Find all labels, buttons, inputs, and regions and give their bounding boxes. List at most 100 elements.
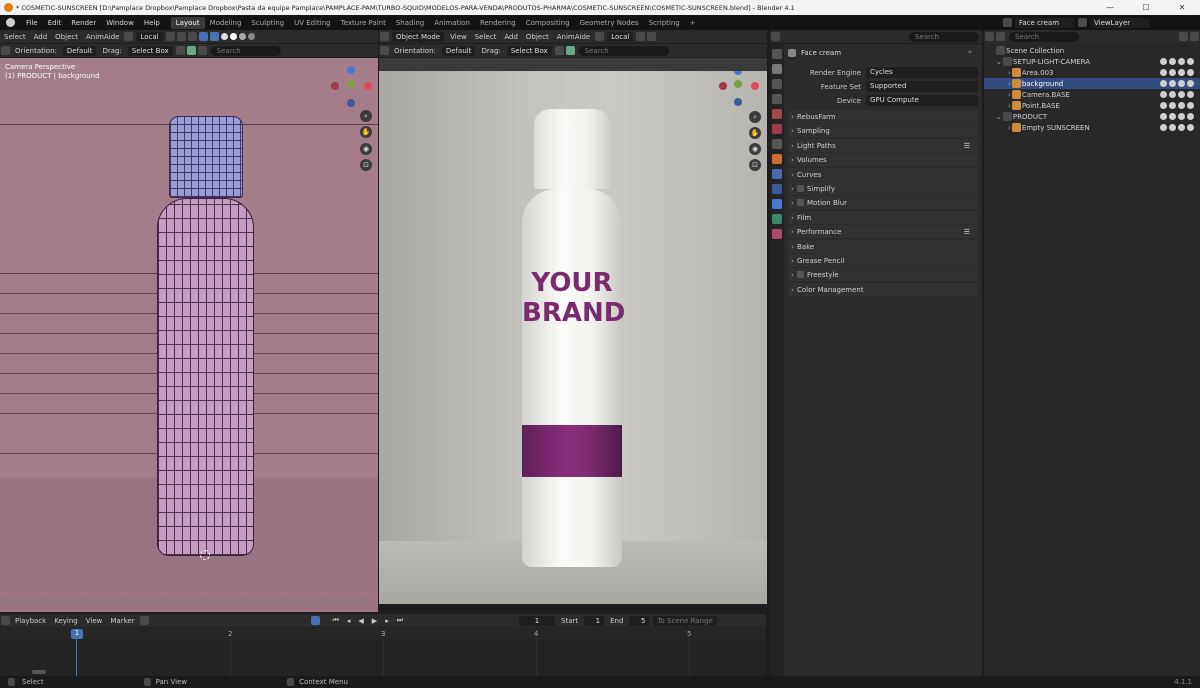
tab-layout[interactable]: Layout [170, 16, 205, 29]
timeline-menu-playback[interactable]: Playback [11, 617, 50, 625]
outliner-row-camera[interactable]: › Camera.BASE [984, 89, 1200, 100]
axis-neg-z-gizmo[interactable] [347, 99, 355, 107]
tab-sculpting[interactable]: Sculpting [246, 17, 289, 29]
right-axis-y-gizmo[interactable] [734, 80, 742, 88]
particles-tab-icon[interactable] [772, 184, 782, 194]
menu-file[interactable]: File [21, 19, 43, 27]
render-engine-dropdown[interactable]: Cycles [866, 67, 978, 78]
new-collection-icon[interactable] [1190, 32, 1199, 41]
timeline-editor-icon[interactable] [1, 616, 10, 625]
right-proportional-icon[interactable] [647, 32, 657, 41]
magnet-icon[interactable] [176, 32, 186, 41]
panel-film[interactable]: › Film [788, 211, 978, 224]
panel-simplify[interactable]: › Simplify [788, 182, 978, 195]
blender-menu-icon[interactable] [6, 18, 15, 27]
close-button[interactable]: ✕ [1164, 3, 1200, 12]
axis-y-gizmo[interactable] [347, 80, 355, 88]
axis-z-gizmo[interactable] [347, 66, 355, 74]
menu-render[interactable]: Render [66, 19, 101, 27]
timeline-menu-view[interactable]: View [82, 617, 107, 625]
pan-hand-icon[interactable]: ✋ [360, 126, 372, 138]
axis-neg-x-gizmo[interactable] [331, 82, 339, 90]
panel-motion-blur[interactable]: › Motion Blur [788, 196, 978, 209]
current-frame-field[interactable]: 1 [519, 615, 556, 626]
left-drag-dropdown[interactable]: Select Box [127, 45, 173, 56]
left-transform-dropdown[interactable]: Local [136, 31, 163, 42]
right-drag-dropdown[interactable]: Select Box [506, 45, 552, 56]
start-frame-field[interactable]: 1 [584, 615, 605, 626]
shading-wire-icon[interactable] [220, 33, 228, 40]
add-workspace-button[interactable]: + [685, 17, 701, 29]
left-menu-animaide[interactable]: AnimAide [82, 33, 123, 41]
panel-grease-pencil[interactable]: › Grease Pencil [788, 254, 978, 267]
simplify-checkbox[interactable] [797, 185, 804, 192]
right-menu-view[interactable]: View [446, 33, 471, 41]
end-frame-field[interactable]: 5 [629, 615, 650, 626]
object-mode-dropdown[interactable]: Object Mode [392, 31, 445, 42]
right-axis-neg-x-gizmo[interactable] [719, 82, 727, 90]
filter-icon[interactable] [186, 46, 196, 55]
shading-render-icon[interactable] [247, 33, 255, 40]
right-search-input[interactable]: Search [578, 45, 669, 56]
right-axis-z-gizmo[interactable] [734, 71, 742, 75]
tab-animation[interactable]: Animation [429, 17, 475, 29]
collection-tab-icon[interactable] [772, 139, 782, 149]
menu-help[interactable]: Help [139, 19, 165, 27]
pin-icon[interactable]: ⌖ [968, 48, 972, 57]
material-tab-icon[interactable] [772, 229, 782, 239]
timeline-menu-marker[interactable]: Marker [106, 617, 138, 625]
panel-curves[interactable]: › Curves [788, 168, 978, 181]
lock-icon[interactable]: ⊡ [360, 159, 372, 171]
right-filter-icon[interactable] [565, 46, 575, 55]
panel-sampling[interactable]: › Sampling [788, 124, 978, 137]
play-reverse-icon[interactable]: ◀ [354, 617, 367, 625]
left-search-input[interactable]: Search [210, 45, 281, 56]
tab-modeling[interactable]: Modeling [205, 17, 247, 29]
properties-search-input[interactable]: Search [909, 31, 979, 42]
tool-tab-icon[interactable] [772, 49, 782, 59]
shading-material-icon[interactable] [238, 33, 246, 40]
world-tab-icon[interactable] [772, 124, 782, 134]
outliner-row-scene-collection[interactable]: Scene Collection [984, 45, 1200, 56]
panel-bake[interactable]: › Bake [788, 240, 978, 253]
tab-shading[interactable]: Shading [391, 17, 429, 29]
timeline-scrollbar[interactable] [32, 670, 46, 674]
overlay-toggle-icon[interactable] [209, 32, 219, 41]
left-orientation-dropdown[interactable]: Default [62, 45, 97, 56]
output-tab-icon[interactable] [772, 79, 782, 89]
right-menu-object[interactable]: Object [522, 33, 553, 41]
scene-tab-icon[interactable] [772, 109, 782, 119]
next-key-icon[interactable]: ▸ [381, 617, 393, 625]
editor-type-icon[interactable] [380, 32, 389, 41]
bottle-cap[interactable] [534, 109, 610, 189]
presets-list-icon[interactable]: ☰ [964, 142, 978, 150]
panel-color-management[interactable]: › Color Management [788, 283, 978, 296]
scene-selector[interactable]: Face cream [1015, 17, 1075, 28]
prev-key-icon[interactable]: ◂ [343, 617, 355, 625]
panel-rebusfarm[interactable]: › RebusFarm [788, 110, 978, 123]
right-snap-icon[interactable] [636, 32, 646, 41]
scene-range-button[interactable]: To Scene Range [653, 615, 717, 626]
feature-set-dropdown[interactable]: Supported [866, 81, 978, 92]
right-camera-view-icon[interactable]: ◉ [749, 143, 761, 155]
zoom-icon[interactable]: ⌕ [360, 110, 372, 122]
right-menu-select[interactable]: Select [471, 33, 501, 41]
device-dropdown[interactable]: GPU Compute [866, 95, 978, 106]
panel-volumes[interactable]: › Volumes [788, 153, 978, 166]
outliner-row-empty-sunscreen[interactable]: › Empty SUNSCREEN [984, 122, 1200, 133]
right-lock-icon[interactable]: ⊡ [749, 159, 761, 171]
right-axis-neg-z-gizmo[interactable] [734, 98, 742, 106]
outliner-row-point[interactable]: › Point.BASE [984, 100, 1200, 111]
right-menu-add[interactable]: Add [500, 33, 522, 41]
physics-tab-icon[interactable] [772, 199, 782, 209]
view-layer-selector[interactable]: ViewLayer [1090, 17, 1150, 28]
bottle-cap-wireframe[interactable] [169, 116, 243, 198]
tab-rendering[interactable]: Rendering [475, 17, 521, 29]
outliner-row-area[interactable]: › Area.003 [984, 67, 1200, 78]
select-mode-icon[interactable] [175, 46, 185, 55]
maximize-button[interactable]: ☐ [1128, 3, 1164, 12]
tab-geometry-nodes[interactable]: Geometry Nodes [575, 17, 644, 29]
snap-icon[interactable] [165, 32, 175, 41]
tab-compositing[interactable]: Compositing [521, 17, 575, 29]
display-mode-icon[interactable] [996, 32, 1005, 41]
